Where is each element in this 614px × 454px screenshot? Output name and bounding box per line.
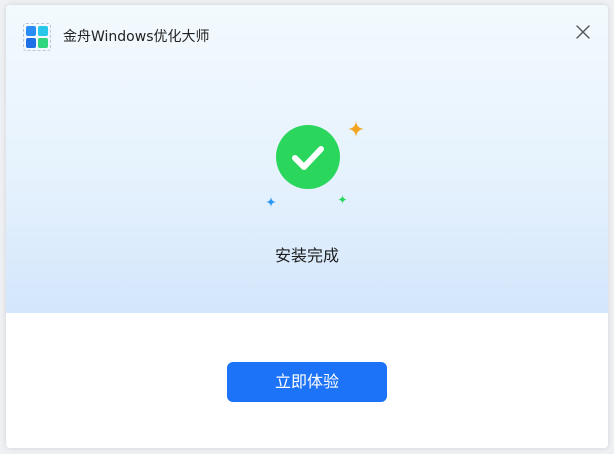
sparkle-green-icon — [338, 195, 347, 204]
install-status-text: 安装完成 — [274, 246, 339, 265]
sparkle-blue-icon — [266, 197, 276, 207]
app-title: 金舟Windows优化大师 — [63, 29, 210, 45]
windows-logo-icon — [23, 23, 51, 51]
check-circle-icon — [276, 125, 340, 189]
try-now-button[interactable]: 立即体验 — [227, 362, 387, 402]
sparkle-orange-icon — [348, 121, 364, 137]
close-button[interactable] — [572, 21, 594, 43]
title-bar: 金舟Windows优化大师 — [6, 5, 608, 63]
success-illustration — [256, 115, 366, 215]
installer-window: 金舟Windows优化大师 安装完成 立即体验 — [6, 5, 608, 448]
close-icon — [576, 25, 590, 39]
header-panel: 金舟Windows优化大师 安装完成 — [6, 5, 608, 313]
